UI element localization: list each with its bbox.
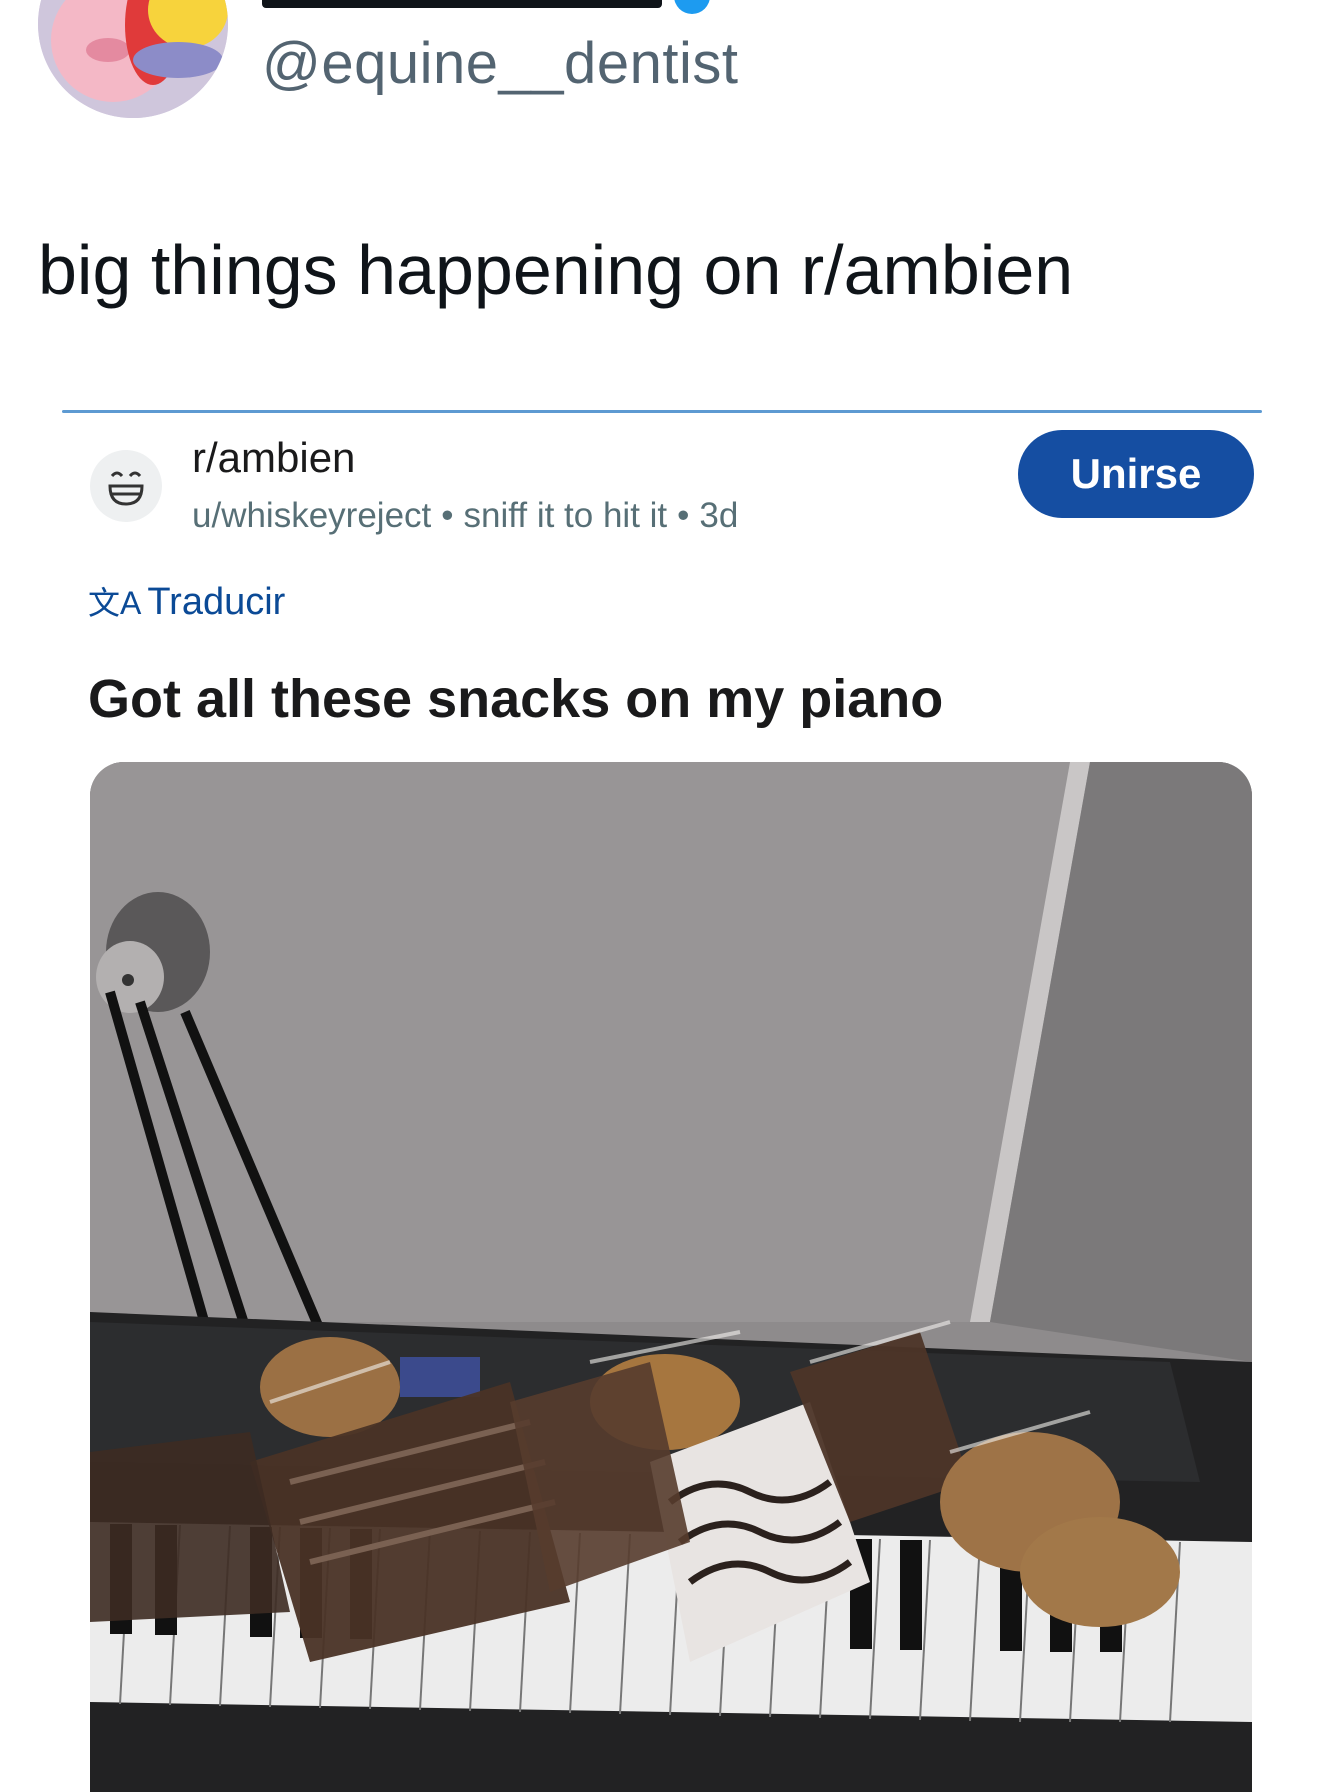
user-flair: sniff it to hit it [463,496,668,535]
post-title: Got all these snacks on my piano [88,669,944,729]
translate-icon: 文A [88,585,142,621]
translate-label: Traducir [147,581,286,623]
post-author[interactable]: u/whiskeyreject [192,496,431,535]
post-image[interactable] [90,762,1252,1792]
meta-separator: • [677,496,690,535]
verified-badge-icon [674,0,710,14]
meta-separator: • [441,496,454,535]
user-handle[interactable]: @equine__dentist [262,30,738,97]
tweet-text: big things happening on r/ambien [38,231,1074,309]
subreddit-name[interactable]: r/ambien [192,434,355,482]
join-button[interactable]: Unirse [1018,430,1254,518]
avatar[interactable] [38,0,228,118]
post-age: 3d [699,496,739,535]
translate-link[interactable]: 文A Traducir [88,578,285,624]
post-meta: u/whiskeyreject • sniff it to hit it • 3d [192,496,738,536]
embed-top-border [62,410,1262,413]
subreddit-icon[interactable] [90,450,162,522]
